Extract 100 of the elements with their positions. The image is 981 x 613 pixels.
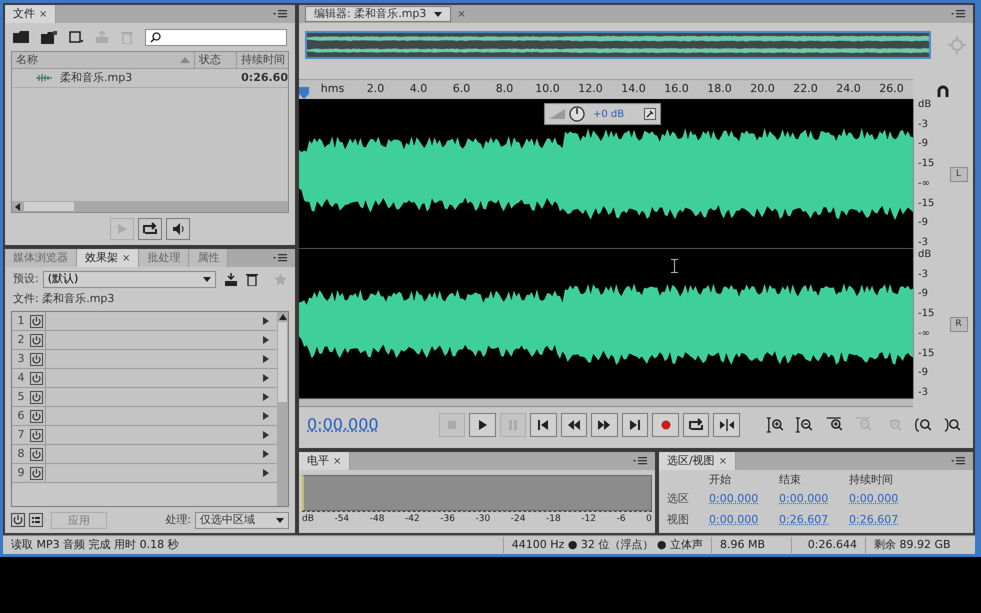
folder-add-icon[interactable] <box>41 30 57 44</box>
expand-arrow-icon[interactable] <box>263 317 269 325</box>
expand-arrow-icon[interactable] <box>263 374 269 382</box>
process-dropdown[interactable]: 仅选中区域 <box>195 512 289 528</box>
panel-tab[interactable]: 选区/视图 × <box>659 452 736 470</box>
start-button[interactable] <box>530 413 557 437</box>
auto-play-button[interactable] <box>166 218 190 240</box>
row-label: 选区 <box>667 491 690 507</box>
close-tab-button[interactable]: × <box>122 250 130 266</box>
power-icon[interactable] <box>30 372 43 384</box>
skip-button[interactable] <box>713 413 740 437</box>
forward-button[interactable] <box>591 413 618 437</box>
loop-button[interactable] <box>682 413 710 437</box>
column-header[interactable]: 状态 <box>194 52 236 68</box>
panel-menu-icon[interactable] <box>633 457 647 465</box>
power-icon[interactable] <box>11 513 25 527</box>
scrollbar-thumb[interactable] <box>24 202 74 211</box>
folder-icon[interactable] <box>13 31 29 43</box>
effect-slot[interactable]: 3 <box>12 350 277 369</box>
panel-menu-icon[interactable] <box>273 10 287 18</box>
new-file-icon[interactable] <box>69 31 83 43</box>
expand-arrow-icon[interactable] <box>263 450 269 458</box>
volume-knob-icon[interactable] <box>569 106 585 122</box>
record-button[interactable] <box>652 413 679 437</box>
volume-control[interactable]: +0 dB <box>544 103 662 125</box>
channel-button[interactable]: R <box>950 316 968 332</box>
effect-slot[interactable]: 4 <box>12 369 277 388</box>
vertical-scrollbar[interactable] <box>277 312 288 506</box>
column-header[interactable]: 名称 <box>12 52 180 68</box>
power-icon[interactable] <box>30 352 43 366</box>
time-value[interactable]: 0:00.000 <box>849 488 917 509</box>
close-tab-button[interactable]: × <box>39 6 48 22</box>
channel-button[interactable]: L <box>950 166 968 182</box>
panel-menu-icon[interactable] <box>951 457 965 465</box>
ruler-label: 10.0 <box>534 81 561 98</box>
power-icon[interactable] <box>30 428 43 442</box>
zoom-icon[interactable] <box>794 416 814 434</box>
panel-tab[interactable]: 属性 <box>189 249 228 267</box>
power-icon[interactable] <box>30 410 43 422</box>
expand-arrow-icon[interactable] <box>263 393 269 401</box>
power-icon[interactable] <box>30 334 43 346</box>
effect-slot[interactable]: 7 <box>12 426 277 445</box>
power-icon[interactable] <box>30 448 43 460</box>
slot-number: 6 <box>16 408 26 424</box>
scroll-up-icon[interactable] <box>278 314 286 320</box>
time-value[interactable]: 0:00.000 <box>709 488 777 509</box>
time-value[interactable]: 0:00.000 <box>709 509 777 530</box>
editor-tab[interactable]: 编辑器: 柔和音乐.mp3 <box>305 6 452 22</box>
list-icon[interactable] <box>29 513 43 527</box>
rewind-button[interactable] <box>560 413 588 437</box>
close-tab-button[interactable]: × <box>333 454 342 468</box>
effect-slot[interactable]: 8 <box>12 445 277 464</box>
horizontal-scrollbar[interactable] <box>299 399 913 407</box>
volume-readout[interactable]: +0 dB <box>593 106 624 122</box>
expand-arrow-icon[interactable] <box>263 412 269 420</box>
loop-button[interactable] <box>138 218 162 240</box>
end-button[interactable] <box>622 413 648 437</box>
column-header[interactable]: 持续时间 <box>236 52 288 68</box>
panel-tab[interactable]: 电平 × <box>299 452 350 470</box>
db-scale-label: -9 <box>918 138 929 150</box>
file-row[interactable]: 柔和音乐.mp3 0:26.60 <box>12 69 288 88</box>
panel-tab[interactable]: 批处理 <box>139 249 190 267</box>
search-field[interactable] <box>145 28 287 46</box>
power-icon[interactable] <box>30 466 43 480</box>
effect-slot[interactable]: 9 <box>12 464 277 483</box>
expand-arrow-icon[interactable] <box>263 336 269 344</box>
zoom-icon[interactable] <box>942 416 962 434</box>
close-tab-button[interactable]: × <box>718 454 728 468</box>
power-icon[interactable] <box>30 314 43 328</box>
play-button[interactable] <box>469 413 496 437</box>
panel-tab[interactable]: 文件 × <box>5 5 56 23</box>
effect-slot[interactable]: 1 <box>12 312 277 331</box>
time-value[interactable]: 0:26.607 <box>779 509 847 530</box>
time-value[interactable]: 0:00.000 <box>779 488 847 509</box>
expand-arrow-icon[interactable] <box>263 469 269 477</box>
zoom-icon[interactable] <box>912 416 932 434</box>
magnet-icon[interactable] <box>937 85 949 97</box>
panel-menu-icon[interactable] <box>951 10 965 18</box>
star-icon[interactable] <box>274 272 287 286</box>
current-time[interactable]: 0:00.000 <box>307 413 435 437</box>
panel-tab[interactable]: 效果架 × <box>77 249 140 267</box>
zoom-icon[interactable] <box>764 416 784 434</box>
expand-arrow-icon[interactable] <box>263 355 269 363</box>
expand-arrow-icon[interactable] <box>263 431 269 439</box>
time-ruler[interactable]: hms 2.0 4.0 6.0 8.0 10.0 12.0 14.0 16.0 18.0 20.0 22.0 24.0 26.0 <box>299 79 913 99</box>
meter-scale-label: dB <box>302 513 314 526</box>
power-icon[interactable] <box>30 390 43 404</box>
time-value[interactable]: 0:26.607 <box>849 509 917 530</box>
pin-icon[interactable] <box>644 108 656 120</box>
effect-slot[interactable]: 2 <box>12 331 277 350</box>
effect-slot[interactable]: 6 <box>12 407 277 426</box>
trash-icon[interactable] <box>246 272 258 286</box>
panel-menu-icon[interactable] <box>273 254 287 262</box>
panel-tab[interactable]: 媒体浏览器 <box>5 249 77 267</box>
horizontal-scrollbar[interactable] <box>12 201 288 212</box>
effect-slot[interactable]: 5 <box>12 388 277 407</box>
save-preset-icon[interactable] <box>224 272 238 286</box>
preset-dropdown[interactable]: (默认) <box>42 270 216 288</box>
close-tab-button[interactable]: × <box>457 6 466 22</box>
scroll-left-icon[interactable] <box>14 202 22 210</box>
